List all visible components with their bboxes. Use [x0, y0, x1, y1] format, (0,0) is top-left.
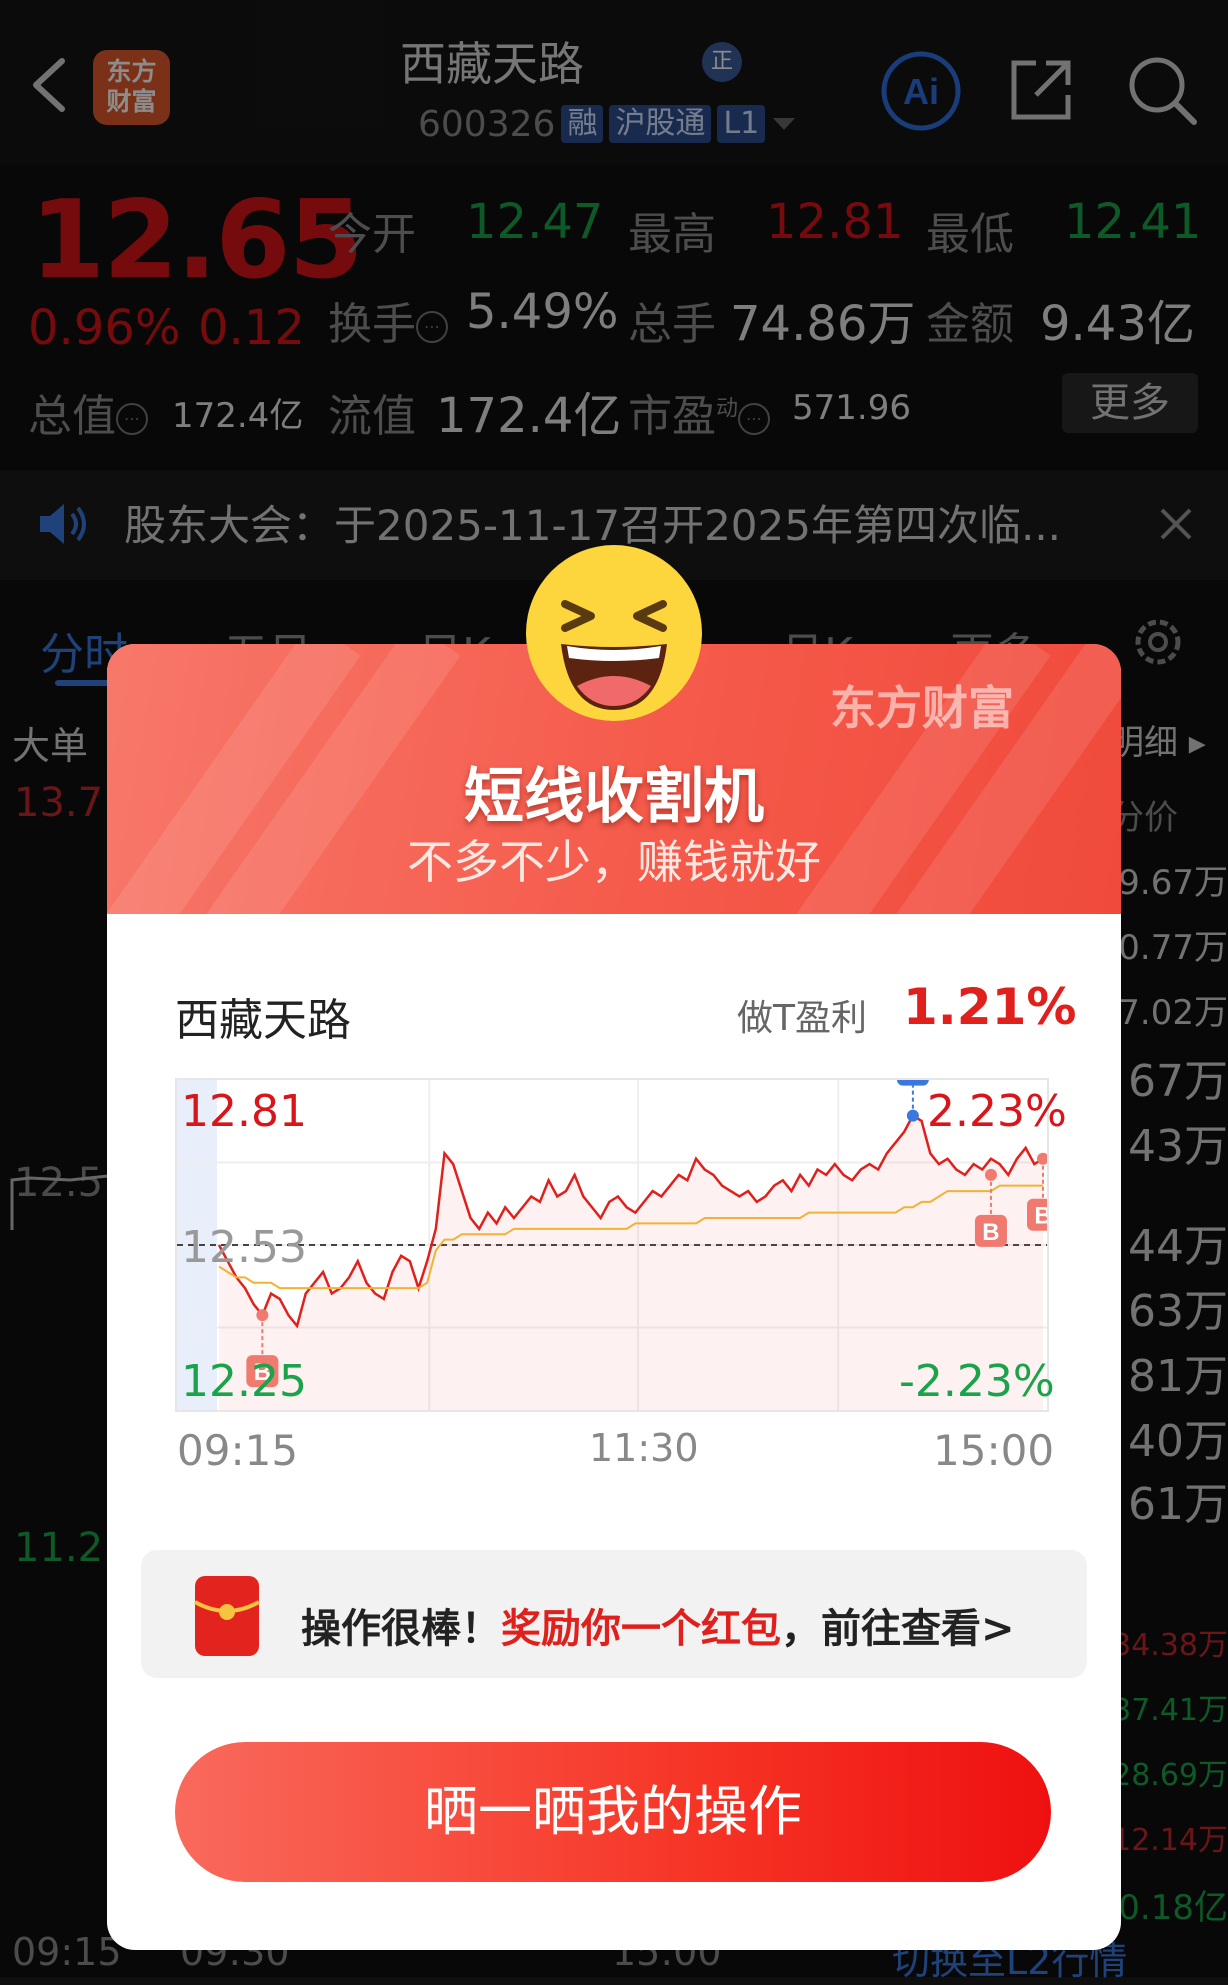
laughing-emoji-icon: [526, 545, 702, 721]
y-label-low: 12.25: [181, 1356, 307, 1407]
x-label-1: 11:30: [589, 1426, 699, 1470]
trade-dot-2: [984, 1168, 997, 1181]
redpack-suffix: ，前往查看>: [781, 1606, 1015, 1652]
pct-label-high: 2.23%: [927, 1086, 1067, 1137]
profit-value: 1.21%: [903, 978, 1077, 1036]
brand-watermark: 东方财富: [830, 681, 1014, 735]
modal-subtitle: 不多不少，赚钱就好: [407, 835, 821, 889]
pct-label-low: -2.23%: [899, 1356, 1055, 1407]
redpack-text: 操作很棒！奖励你一个红包，前往查看>: [301, 1596, 1015, 1654]
trade-label-1: S: [905, 1080, 921, 1085]
x-label-0: 09:15: [177, 1426, 299, 1475]
redpack-highlight: 奖励你一个红包: [501, 1606, 781, 1652]
red-envelope-icon: [194, 1576, 260, 1656]
trade-label-2: B: [982, 1219, 999, 1246]
redpack-prefix: 操作很棒！: [301, 1606, 501, 1652]
share-operation-button[interactable]: 晒一晒我的操作: [175, 1742, 1051, 1882]
profit-label: 做T盈利: [737, 998, 867, 1039]
modal-stock-name: 西藏天路: [175, 995, 351, 1046]
modal-title: 短线收割机: [464, 762, 764, 832]
y-label-high: 12.81: [181, 1086, 307, 1137]
achievement-modal: 东方财富 短线收割机 不多不少，赚钱就好 西藏天路 做T盈利 1.21% B S B…: [107, 644, 1121, 1950]
trade-label-3: B: [1034, 1203, 1047, 1230]
y-label-mid: 12.53: [181, 1222, 307, 1273]
x-label-2: 15:00: [933, 1426, 1055, 1475]
